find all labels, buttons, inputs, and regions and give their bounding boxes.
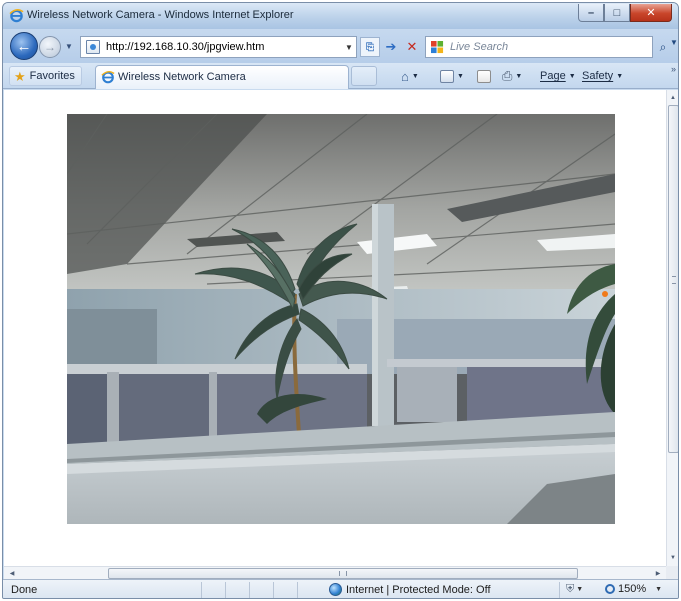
page-menu-label: Page: [540, 70, 566, 82]
page-content: [4, 90, 666, 566]
go-button[interactable]: ➔: [381, 37, 401, 57]
favorites-label: Favorites: [29, 70, 75, 82]
stop-icon: ✕: [406, 39, 418, 54]
safety-dropdown-icon: ▼: [616, 72, 624, 80]
home-icon: ⌂: [401, 68, 409, 84]
feeds-button[interactable]: ▼: [440, 68, 464, 84]
minimize-button[interactable]: –: [578, 4, 604, 22]
grip-icon: [339, 571, 347, 576]
scroll-down-arrow-icon[interactable]: ▼: [667, 552, 678, 564]
internet-globe-icon: [329, 583, 342, 596]
status-divider: [297, 582, 298, 598]
caption-buttons: – □ ✕: [578, 4, 672, 22]
search-input[interactable]: Live Search: [450, 41, 508, 53]
status-bar: Done Internet | Protected Mode: Off ⛨ ▼ 1…: [3, 579, 678, 598]
search-magnifier-icon[interactable]: ⌕: [656, 37, 670, 57]
search-options-dropdown[interactable]: ▼: [670, 38, 678, 47]
feeds-dropdown-icon: ▼: [457, 72, 464, 80]
printer-icon: ⎙: [502, 68, 513, 83]
protected-mode-button[interactable]: ⛨ ▼: [566, 583, 583, 596]
safety-menu-label: Safety: [582, 70, 614, 82]
back-arrow-icon: ←: [16, 37, 32, 55]
close-button[interactable]: ✕: [630, 4, 672, 22]
more-commands-chevron-icon[interactable]: »: [671, 64, 676, 74]
horizontal-scrollbar[interactable]: ◀ ▶: [4, 566, 666, 579]
home-dropdown-icon: ▼: [411, 72, 419, 80]
zoom-magnifier-icon: [605, 584, 615, 594]
address-dropdown-icon[interactable]: ▼: [342, 37, 356, 57]
back-button[interactable]: ←: [10, 32, 38, 60]
page-dropdown-icon: ▼: [568, 72, 576, 80]
search-box[interactable]: Live Search: [425, 36, 653, 58]
window-title: Wireless Network Camera - Windows Intern…: [27, 9, 294, 21]
vertical-scrollbar[interactable]: ▲ ▼: [666, 90, 678, 566]
recent-pages-dropdown[interactable]: ▼: [65, 42, 73, 51]
safety-menu[interactable]: Safety ▼: [582, 68, 623, 84]
favorites-star-icon: ★: [14, 68, 26, 84]
favorites-button[interactable]: ★ Favorites: [9, 66, 82, 86]
scroll-right-arrow-icon[interactable]: ▶: [652, 567, 664, 579]
home-button[interactable]: ⌂ ▼: [401, 68, 419, 84]
browser-window: Wireless Network Camera - Windows Intern…: [2, 2, 679, 599]
ie-logo-icon: [9, 9, 24, 23]
print-dropdown-icon: ▼: [515, 72, 523, 80]
compatibility-icon: ⎘: [366, 41, 374, 53]
status-text: Done: [11, 584, 38, 596]
new-tab-button[interactable]: [351, 66, 377, 86]
scroll-up-arrow-icon[interactable]: ▲: [667, 92, 678, 104]
zoom-level-button[interactable]: 150% ▼: [605, 583, 662, 595]
security-zone-label: Internet | Protected Mode: Off: [346, 583, 491, 596]
security-zone[interactable]: Internet | Protected Mode: Off: [329, 583, 491, 596]
zoom-dropdown-icon[interactable]: ▼: [655, 586, 662, 593]
forward-button[interactable]: →: [39, 36, 61, 58]
live-search-logo-icon: [431, 41, 444, 54]
address-bar[interactable]: http://192.168.10.30/jpgview.htm ▼: [80, 36, 357, 58]
feeds-icon: [440, 69, 454, 83]
forward-arrow-icon: →: [44, 40, 56, 54]
status-divider: [201, 582, 202, 598]
horizontal-scroll-thumb[interactable]: [108, 568, 578, 579]
navigation-bar: ← → ▼ http://192.168.10.30/jpgview.htm ▼…: [3, 29, 678, 63]
ie-logo-icon: [101, 70, 115, 84]
tab-label: Wireless Network Camera: [118, 71, 246, 83]
address-input[interactable]: http://192.168.10.30/jpgview.htm: [106, 41, 264, 53]
go-arrow-icon: ➔: [385, 39, 397, 54]
shield-icon: ⛨: [566, 583, 575, 595]
read-mail-button[interactable]: [477, 68, 491, 84]
command-bar: ★ Favorites Wireless Network Camera ⌂ ▼ ▼…: [3, 63, 678, 89]
tab-wireless-network-camera[interactable]: Wireless Network Camera: [95, 65, 349, 89]
mail-icon: [477, 69, 491, 83]
page-menu[interactable]: Page ▼: [540, 68, 576, 84]
print-button[interactable]: ⎙ ▼: [502, 68, 522, 84]
scrollbar-corner: [666, 566, 678, 579]
vertical-scroll-thumb[interactable]: [668, 105, 678, 453]
page-icon: [86, 40, 100, 54]
status-divider: [559, 582, 560, 598]
camera-image: [67, 114, 615, 524]
title-bar[interactable]: Wireless Network Camera - Windows Intern…: [3, 3, 678, 29]
maximize-button[interactable]: □: [604, 4, 630, 22]
status-divider: [273, 582, 274, 598]
compatibility-view-button[interactable]: ⎘: [360, 37, 380, 57]
camera-snapshot: [67, 114, 615, 524]
status-divider: [225, 582, 226, 598]
zoom-level: 150%: [618, 583, 647, 595]
status-divider: [249, 582, 250, 598]
stop-button[interactable]: ✕: [402, 37, 422, 57]
grip-icon: [672, 276, 676, 284]
dropdown-icon: ▼: [576, 586, 584, 593]
scroll-left-arrow-icon[interactable]: ◀: [6, 567, 18, 579]
